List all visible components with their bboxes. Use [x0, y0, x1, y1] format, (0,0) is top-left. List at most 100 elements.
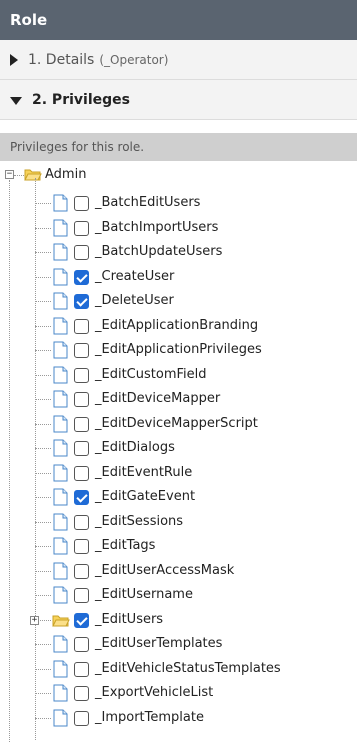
tree-connector	[35, 693, 51, 694]
tree-connector	[35, 350, 51, 351]
checkbox-unchecked[interactable]	[74, 514, 89, 530]
checkbox-unchecked[interactable]	[74, 465, 89, 481]
privilege-row[interactable]: _EditEventRule	[0, 461, 357, 485]
checkbox-unchecked[interactable]	[74, 661, 89, 677]
tree-connector	[14, 175, 24, 176]
checkbox-unchecked[interactable]	[74, 686, 89, 701]
privileges-description: Privileges for this role.	[0, 133, 357, 161]
checkbox-unchecked[interactable]	[74, 367, 89, 383]
privilege-label: _ExportVehicleList	[95, 685, 214, 700]
tree-connector	[35, 252, 51, 253]
section-privileges[interactable]: 2. Privileges	[0, 80, 357, 120]
privilege-label: _EditUsers	[95, 611, 164, 627]
checkbox-unchecked[interactable]	[74, 563, 89, 579]
privilege-label: _EditDeviceMapperScript	[95, 415, 258, 431]
privileges-description-text: Privileges for this role.	[10, 140, 145, 154]
document-icon	[53, 684, 68, 702]
privilege-row[interactable]: _EditUsername	[0, 583, 357, 607]
privilege-row[interactable]: + _EditUsers	[0, 608, 357, 632]
tree-connector	[35, 276, 51, 278]
privilege-label: _EditApplicationPrivileges	[95, 342, 262, 357]
checkbox-unchecked[interactable]	[74, 343, 89, 358]
document-icon	[53, 341, 68, 359]
privilege-label: _EditSessions	[95, 513, 184, 529]
privilege-row[interactable]: _EditGateEvent	[0, 485, 357, 509]
checkbox-unchecked[interactable]	[74, 392, 89, 407]
document-icon	[53, 635, 68, 653]
tree-connector	[35, 448, 51, 449]
checkbox-unchecked[interactable]	[74, 245, 89, 260]
privilege-row[interactable]: _EditUserTemplates	[0, 632, 357, 656]
tree-root-admin[interactable]: − Admin	[0, 167, 357, 182]
privilege-label: _EditUserAccessMask	[95, 562, 235, 578]
expand-icon[interactable]: +	[30, 615, 39, 625]
tree-connector	[35, 399, 51, 400]
privilege-row[interactable]: _ImportTemplate	[0, 706, 357, 730]
privilege-row[interactable]: _EditApplicationPrivileges	[0, 338, 357, 362]
privilege-label: _EditDialogs	[95, 440, 175, 455]
tree-connector	[35, 301, 51, 302]
privilege-row[interactable]: _BatchImportUsers	[0, 216, 357, 240]
privilege-label: _CreateUser	[95, 268, 175, 284]
document-icon	[53, 243, 68, 261]
checkbox-unchecked[interactable]	[74, 416, 89, 432]
caret-down-icon	[10, 96, 22, 105]
document-icon	[53, 439, 68, 457]
checkbox-unchecked[interactable]	[74, 588, 89, 603]
privilege-row[interactable]: _EditTags	[0, 534, 357, 558]
tree-connector	[35, 227, 51, 229]
privilege-row[interactable]: _EditSessions	[0, 510, 357, 534]
document-icon	[53, 219, 68, 236]
checkbox-checked[interactable]	[74, 490, 89, 505]
section-details[interactable]: 1. Details (_Operator)	[0, 40, 357, 80]
privilege-row[interactable]: _BatchUpdateUsers	[0, 240, 357, 264]
privilege-row[interactable]: _EditUserAccessMask	[0, 559, 357, 583]
tree-connector	[35, 644, 51, 645]
checkbox-unchecked[interactable]	[74, 441, 89, 456]
checkbox-checked[interactable]	[74, 294, 89, 309]
document-icon	[53, 488, 68, 506]
privilege-row[interactable]: _EditDeviceMapper	[0, 387, 357, 411]
checkbox-unchecked[interactable]	[74, 710, 89, 726]
document-icon	[53, 562, 68, 579]
privilege-label: _BatchUpdateUsers	[95, 244, 223, 259]
privilege-label: _BatchImportUsers	[95, 219, 219, 235]
checkbox-unchecked[interactable]	[74, 220, 89, 236]
checkbox-checked[interactable]	[74, 612, 89, 628]
privilege-row[interactable]: _BatchEditUsers	[0, 191, 357, 215]
checkbox-unchecked[interactable]	[74, 196, 89, 211]
checkbox-unchecked[interactable]	[74, 318, 89, 334]
checkbox-checked[interactable]	[74, 269, 89, 285]
privilege-row[interactable]: _CreateUser	[0, 265, 357, 289]
document-icon	[53, 415, 68, 432]
privilege-row[interactable]: _EditVehicleStatusTemplates	[0, 657, 357, 681]
privilege-label: _EditCustomField	[95, 366, 207, 382]
privilege-row[interactable]: _EditDialogs	[0, 436, 357, 460]
privilege-row[interactable]: _EditDeviceMapperScript	[0, 412, 357, 436]
tree-connector	[35, 423, 51, 425]
privilege-label: _EditDeviceMapper	[95, 391, 221, 406]
section-details-sub: (_Operator)	[99, 52, 169, 67]
privilege-row[interactable]: _ExportVehicleList	[0, 681, 357, 705]
document-icon	[53, 464, 68, 481]
privilege-label: _DeleteUser	[95, 293, 174, 308]
document-icon	[53, 537, 68, 555]
privilege-row[interactable]: _DeleteUser	[0, 289, 357, 313]
checkbox-unchecked[interactable]	[74, 637, 89, 652]
privilege-label: _EditApplicationBranding	[95, 317, 259, 333]
document-icon	[53, 513, 68, 530]
tree-connector	[35, 325, 51, 327]
document-icon	[53, 586, 68, 604]
tree-connector	[35, 203, 51, 204]
privilege-row[interactable]: _EditCustomField	[0, 363, 357, 387]
privilege-label: _EditEventRule	[95, 464, 193, 480]
privilege-label: _EditGateEvent	[95, 489, 196, 504]
collapse-icon[interactable]: −	[5, 170, 14, 179]
panel-title: Role	[10, 11, 48, 29]
checkbox-unchecked[interactable]	[74, 539, 89, 554]
privilege-label: _ImportTemplate	[95, 709, 204, 725]
privilege-label: _BatchEditUsers	[95, 195, 201, 210]
privileges-tree: − Admin _BatchEditUsers _BatchImportUsers…	[0, 167, 357, 742]
privilege-row[interactable]: _EditApplicationBranding	[0, 314, 357, 338]
folder-open-icon	[24, 169, 42, 181]
